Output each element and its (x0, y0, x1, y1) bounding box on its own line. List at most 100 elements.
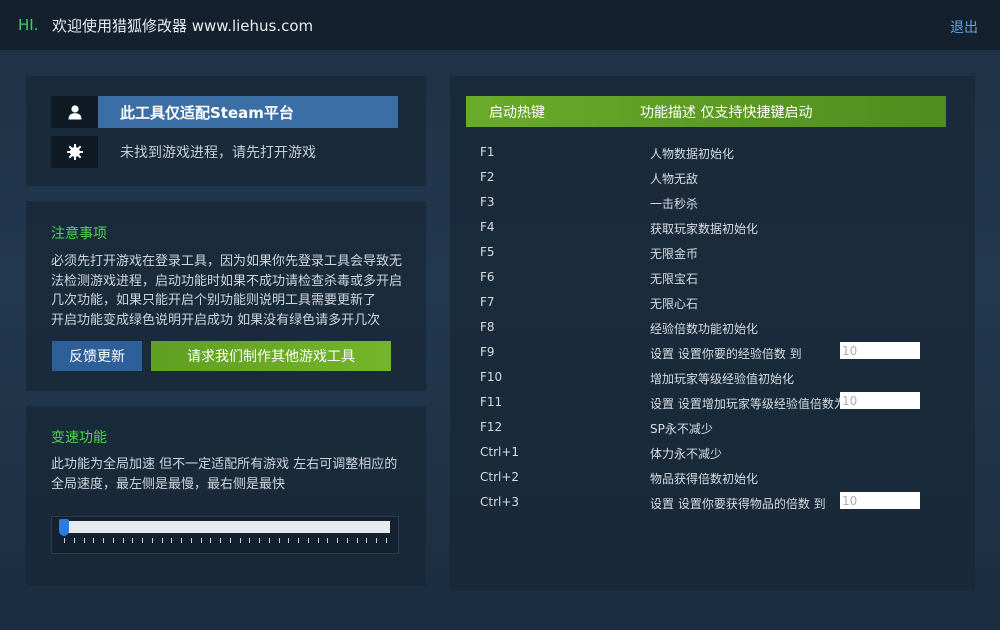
hotkey-key: F4 (480, 220, 495, 234)
feedback-button[interactable]: 反馈更新 (52, 341, 142, 371)
hotkey-description: 设置 设置增加玩家等级经验值倍数为 (650, 397, 840, 411)
hotkey-key: F11 (480, 395, 503, 409)
hotkey-row: F7 无限心石 (480, 291, 920, 316)
hotkey-row: F4 获取玩家数据初始化 (480, 216, 920, 241)
notice-text: 必须先打开游戏在登录工具，因为如果你先登录工具会导致无 法检测游戏进程，启动功能… (51, 252, 411, 330)
multiplier-input[interactable] (840, 492, 920, 509)
slider-tick (249, 538, 251, 543)
slider-ticks (64, 538, 390, 544)
hotkey-key: F12 (480, 420, 503, 434)
speed-line: 全局速度，最左侧是最慢，最右侧是最快 (51, 476, 286, 492)
slider-tick (327, 538, 329, 543)
slider-tick (151, 538, 153, 543)
slider-tick (346, 538, 348, 543)
slider-tick (278, 538, 280, 543)
slider-tick (268, 538, 270, 543)
hotkey-description: 无限心石 (650, 297, 699, 311)
hotkey-row: F11 设置 设置增加玩家等级经验值倍数为 (480, 391, 920, 416)
app-title: 欢迎使用猎狐修改器 www.liehus.com (52, 16, 314, 35)
hotkey-row: Ctrl+1 体力永不减少 (480, 441, 920, 466)
hotkey-row: Ctrl+2 物品获得倍数初始化 (480, 466, 920, 491)
hotkey-panel: 启动热键 功能描述 仅支持快捷键启动 F1 人物数据初始化 F2 人物无敌 F3 一击秒杀… (450, 76, 975, 591)
hotkey-description: 经验倍数功能初始化 (650, 322, 759, 336)
hotkey-key: F2 (480, 170, 495, 184)
slider-tick (112, 538, 114, 543)
hotkey-key: F1 (480, 145, 495, 159)
slider-tick (122, 538, 124, 543)
hotkey-description: 人物无敌 (650, 172, 699, 186)
column-description: 功能描述 仅支持快捷键启动 (640, 105, 813, 121)
notice-panel: 注意事项 必须先打开游戏在登录工具，因为如果你先登录工具会导致无 法检测游戏进程… (26, 201, 426, 391)
slider-tick (64, 538, 65, 543)
speed-text: 此功能为全局加速 但不一定适配所有游戏 左右可调整相应的 全局速度，最左侧是最慢… (51, 455, 411, 494)
slider-tick (181, 538, 183, 543)
slider-tick (142, 538, 144, 543)
speed-line: 此功能为全局加速 但不一定适配所有游戏 左右可调整相应的 (51, 457, 398, 472)
multiplier-input[interactable] (840, 342, 920, 359)
hotkey-description: 人物数据初始化 (650, 147, 735, 161)
multiplier-input[interactable] (840, 392, 920, 409)
status-panel: 此工具仅适配Steam平台 未找到游戏进程，请先打开游戏 (26, 76, 426, 186)
hotkey-description: 体力永不减少 (650, 447, 723, 461)
slider-tick (366, 538, 368, 543)
slider-tick (103, 538, 105, 543)
speed-panel: 变速功能 此功能为全局加速 但不一定适配所有游戏 左右可调整相应的 全局速度，最… (26, 406, 426, 586)
notice-line: 法检测游戏进程，启动功能时如果不成功请检查杀毒或多开启 (51, 273, 403, 289)
notice-title: 注意事项 (51, 226, 107, 242)
slider-track[interactable] (64, 521, 390, 533)
hotkey-row: F12 SP永不减少 (480, 416, 920, 441)
hotkey-description: 一击秒杀 (650, 197, 699, 211)
slider-tick (356, 538, 358, 543)
slider-tick (132, 538, 134, 543)
hotkey-description: 增加玩家等级经验值初始化 (650, 372, 795, 386)
slider-tick (161, 538, 163, 543)
title-bar: HI. 欢迎使用猎狐修改器 www.liehus.com 退出 (0, 0, 1000, 50)
slider-tick (259, 538, 261, 543)
process-row: 未找到游戏进程，请先打开游戏 (51, 136, 316, 168)
slider-tick (83, 538, 85, 543)
slider-handle[interactable] (59, 519, 69, 536)
hotkey-key: F10 (480, 370, 503, 384)
user-icon (51, 96, 98, 128)
slider-tick (288, 538, 290, 543)
gear-icon (51, 136, 98, 168)
hotkey-row: F5 无限金币 (480, 241, 920, 266)
hotkey-description: SP永不减少 (650, 422, 713, 436)
hotkey-row: F1 人物数据初始化 (480, 141, 920, 166)
hotkey-description: 获取玩家数据初始化 (650, 222, 759, 236)
platform-row: 此工具仅适配Steam平台 (51, 96, 398, 128)
greeting: HI. (18, 16, 39, 34)
slider-tick (376, 538, 378, 543)
slider-tick (210, 538, 212, 543)
hotkey-key: Ctrl+2 (480, 470, 520, 484)
hotkey-key: Ctrl+1 (480, 445, 520, 459)
notice-line: 必须先打开游戏在登录工具，因为如果你先登录工具会导致无 (51, 254, 403, 269)
hotkey-row: F9 设置 设置你要的经验倍数 到 (480, 341, 920, 366)
hotkey-description: 无限金币 (650, 247, 699, 261)
hotkey-key: Ctrl+3 (480, 495, 520, 509)
request-tool-button[interactable]: 请求我们制作其他游戏工具 (151, 341, 391, 371)
speed-title: 变速功能 (51, 430, 107, 446)
slider-tick (93, 538, 95, 543)
hotkey-key: F9 (480, 345, 495, 359)
slider-tick (317, 538, 319, 543)
hotkey-description: 物品获得倍数初始化 (650, 472, 759, 486)
hotkey-row: F2 人物无敌 (480, 166, 920, 191)
hotkey-row: F3 一击秒杀 (480, 191, 920, 216)
slider-tick (386, 538, 387, 543)
column-hotkey: 启动热键 (489, 105, 545, 121)
slider-tick (171, 538, 173, 543)
slider-tick (307, 538, 309, 543)
notice-line: 开启功能变成绿色说明开启成功 如果没有绿色请多开几次 (51, 312, 381, 328)
hotkey-row: Ctrl+3 设置 设置你要获得物品的倍数 到 (480, 491, 920, 516)
logout-link[interactable]: 退出 (950, 17, 978, 37)
hotkey-key: F7 (480, 295, 495, 309)
hotkey-description: 设置 设置你要获得物品的倍数 到 (650, 497, 826, 511)
platform-label: 此工具仅适配Steam平台 (98, 96, 398, 128)
slider-tick (220, 538, 222, 543)
hotkey-description: 无限宝石 (650, 272, 699, 286)
slider-tick (239, 538, 241, 543)
hotkey-key: F5 (480, 245, 495, 259)
hotkey-key: F8 (480, 320, 495, 334)
speed-slider[interactable] (51, 516, 399, 554)
